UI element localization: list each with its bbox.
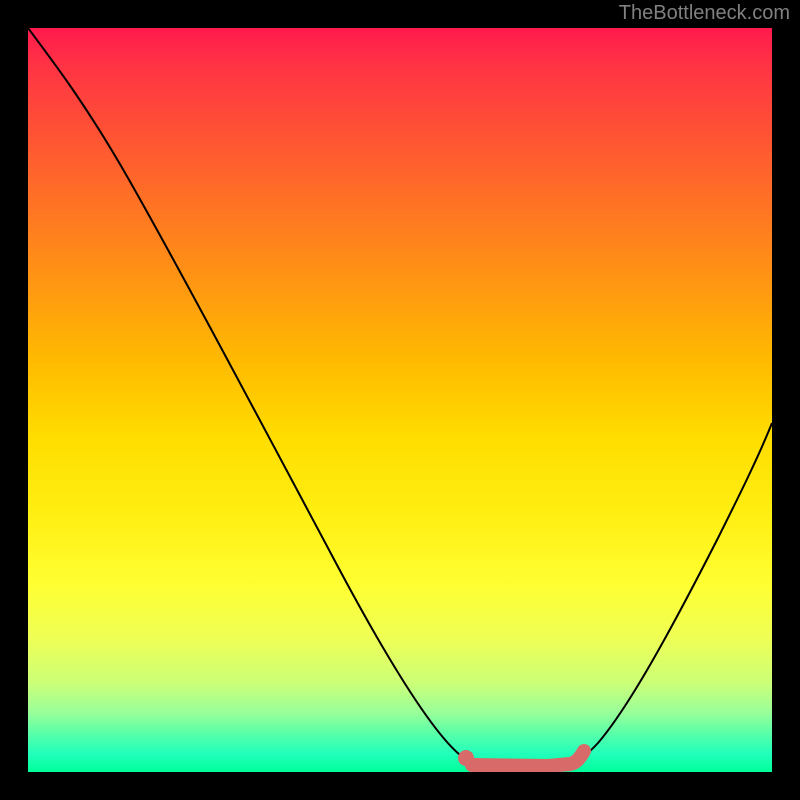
bottleneck-curve bbox=[28, 28, 772, 770]
plot-area bbox=[28, 28, 772, 772]
watermark-text: TheBottleneck.com bbox=[619, 2, 790, 25]
chart-svg bbox=[28, 28, 772, 772]
chart-container: TheBottleneck.com bbox=[0, 0, 800, 800]
optimal-range-marker bbox=[472, 751, 584, 766]
